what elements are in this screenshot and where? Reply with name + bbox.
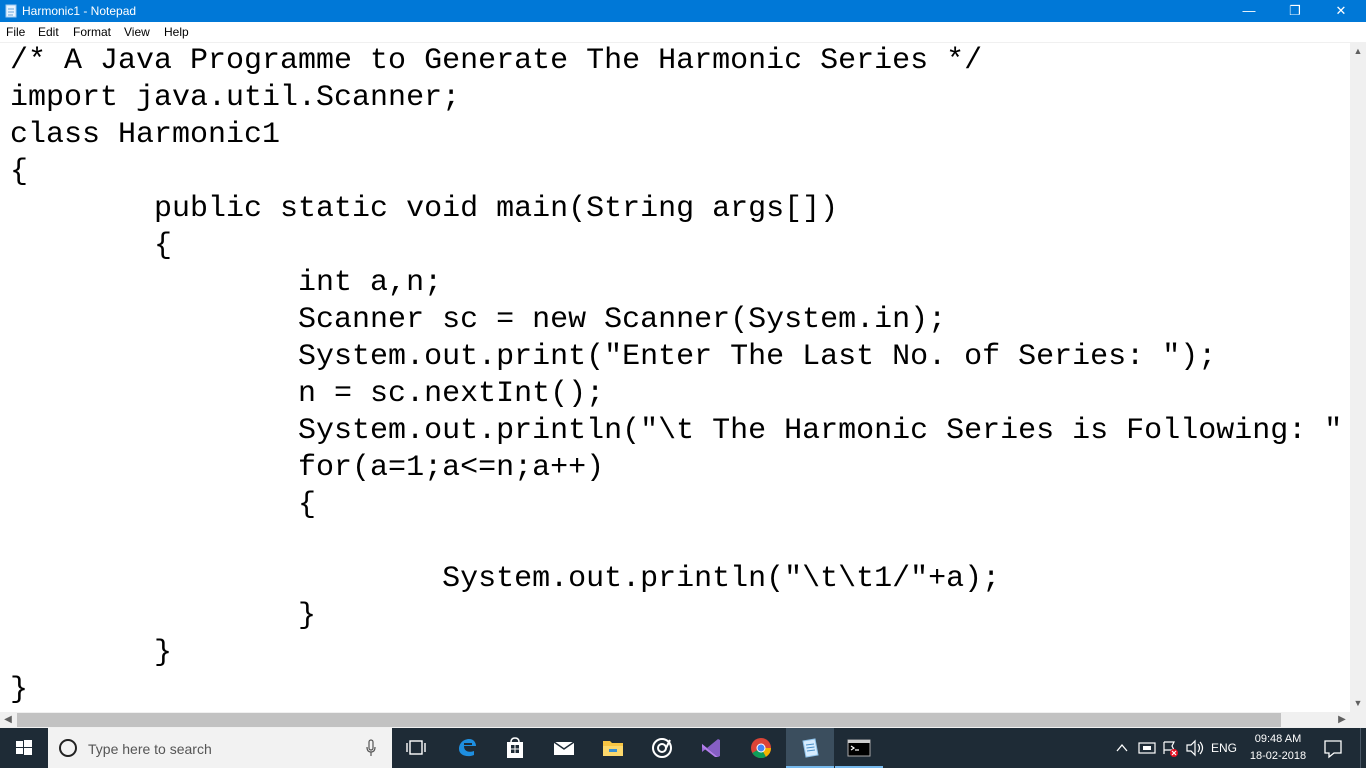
text-editor[interactable]: /* A Java Programme to Generate The Harm…: [0, 43, 1350, 712]
scroll-up-arrow-icon[interactable]: ▲: [1350, 43, 1366, 60]
taskbar-file-explorer[interactable]: [589, 728, 637, 768]
code-line: {: [10, 229, 173, 263]
network-icon: [1138, 742, 1156, 754]
minimize-button[interactable]: —: [1226, 0, 1272, 22]
window-title: Harmonic1 - Notepad: [22, 4, 137, 18]
code-line: public static void main(String args[]): [10, 192, 839, 226]
close-button[interactable]: ✕: [1318, 0, 1364, 22]
notepad-icon: [5, 4, 17, 18]
menu-bar: File Edit Format View Help: [0, 22, 1366, 43]
taskbar-notepad[interactable]: [786, 728, 834, 768]
code-line: import java.util.Scanner;: [10, 81, 461, 115]
taskbar-groove[interactable]: [638, 728, 686, 768]
vertical-scrollbar[interactable]: ▲ ▼: [1350, 43, 1366, 712]
code-text: /* A Java Programme to Generate The Harm…: [10, 43, 1342, 709]
show-desktop-button[interactable]: [1360, 728, 1366, 768]
action-center-button[interactable]: [1318, 728, 1348, 768]
clock-time: 09:48 AM: [1254, 733, 1302, 745]
menu-file[interactable]: File: [6, 25, 25, 39]
code-line: Scanner sc = new Scanner(System.in);: [10, 303, 947, 337]
groove-icon: [652, 738, 672, 758]
taskbar-store[interactable]: [491, 728, 539, 768]
notepad-icon: [802, 738, 819, 758]
input-language-indicator[interactable]: ENG: [1208, 728, 1240, 768]
horizontal-scrollbar[interactable]: ◀ ▶: [0, 712, 1350, 728]
network-status-button[interactable]: [1136, 728, 1158, 768]
scrollbar-corner: [1350, 712, 1366, 728]
chevron-up-icon: [1116, 743, 1128, 752]
code-line: n = sc.nextInt();: [10, 377, 605, 411]
windows-logo-icon: [16, 740, 32, 755]
mail-icon: [553, 741, 575, 755]
taskbar: Type here to search ENG 09:48 AM 18-02-2…: [0, 728, 1366, 768]
taskbar-edge[interactable]: [443, 728, 491, 768]
task-view-icon: [406, 740, 426, 755]
maximize-button[interactable]: ❐: [1272, 0, 1318, 22]
scroll-right-arrow-icon[interactable]: ▶: [1334, 712, 1350, 728]
start-button[interactable]: [0, 728, 48, 768]
code-line: int a,n;: [10, 266, 443, 300]
chrome-icon: [751, 738, 772, 759]
taskbar-mail[interactable]: [540, 728, 588, 768]
taskbar-chrome[interactable]: [737, 728, 785, 768]
volume-icon: [1186, 739, 1204, 757]
code-line: }: [10, 673, 29, 707]
edge-icon: [459, 739, 476, 757]
menu-view[interactable]: View: [124, 25, 150, 39]
code-line: class Harmonic1: [10, 118, 281, 152]
scroll-down-arrow-icon[interactable]: ▼: [1350, 695, 1366, 712]
cortana-search-icon: [59, 739, 77, 757]
show-hidden-icons-button[interactable]: [1113, 728, 1131, 768]
code-line: System.out.println("\t The Harmonic Seri…: [10, 414, 1343, 448]
action-center-status[interactable]: [1160, 728, 1180, 768]
task-view-button[interactable]: [392, 728, 440, 768]
title-bar[interactable]: Harmonic1 - Notepad — ❐ ✕: [0, 0, 1366, 22]
scroll-left-arrow-icon[interactable]: ◀: [0, 712, 16, 728]
code-line: {: [10, 155, 29, 189]
code-line: System.out.println("\t\t1/"+a);: [10, 562, 1001, 596]
visual-studio-icon: [702, 739, 720, 757]
menu-help[interactable]: Help: [164, 25, 189, 39]
menu-format[interactable]: Format: [73, 25, 111, 39]
notification-icon: [1324, 740, 1342, 759]
folder-icon: [603, 741, 623, 756]
microphone-icon[interactable]: [364, 738, 378, 758]
taskbar-visual-studio[interactable]: [687, 728, 735, 768]
cmd-icon: [847, 739, 871, 757]
flag-error-icon: [1163, 741, 1178, 757]
code-line: System.out.print("Enter The Last No. of …: [10, 340, 1217, 374]
store-icon: [507, 737, 523, 758]
code-line: }: [10, 599, 317, 633]
taskbar-command-prompt[interactable]: [835, 728, 883, 768]
clock-date: 18-02-2018: [1249, 750, 1307, 762]
code-line: {: [10, 488, 317, 522]
code-line: }: [10, 636, 173, 670]
volume-button[interactable]: [1184, 728, 1206, 768]
code-line: /* A Java Programme to Generate The Harm…: [10, 44, 983, 78]
horizontal-scroll-thumb[interactable]: [17, 713, 1281, 727]
search-box[interactable]: Type here to search: [48, 728, 392, 768]
code-line: for(a=1;a<=n;a++): [10, 451, 605, 485]
clock[interactable]: 09:48 AM 18-02-2018: [1244, 728, 1312, 768]
search-placeholder: Type here to search: [88, 741, 212, 757]
menu-edit[interactable]: Edit: [38, 25, 59, 39]
